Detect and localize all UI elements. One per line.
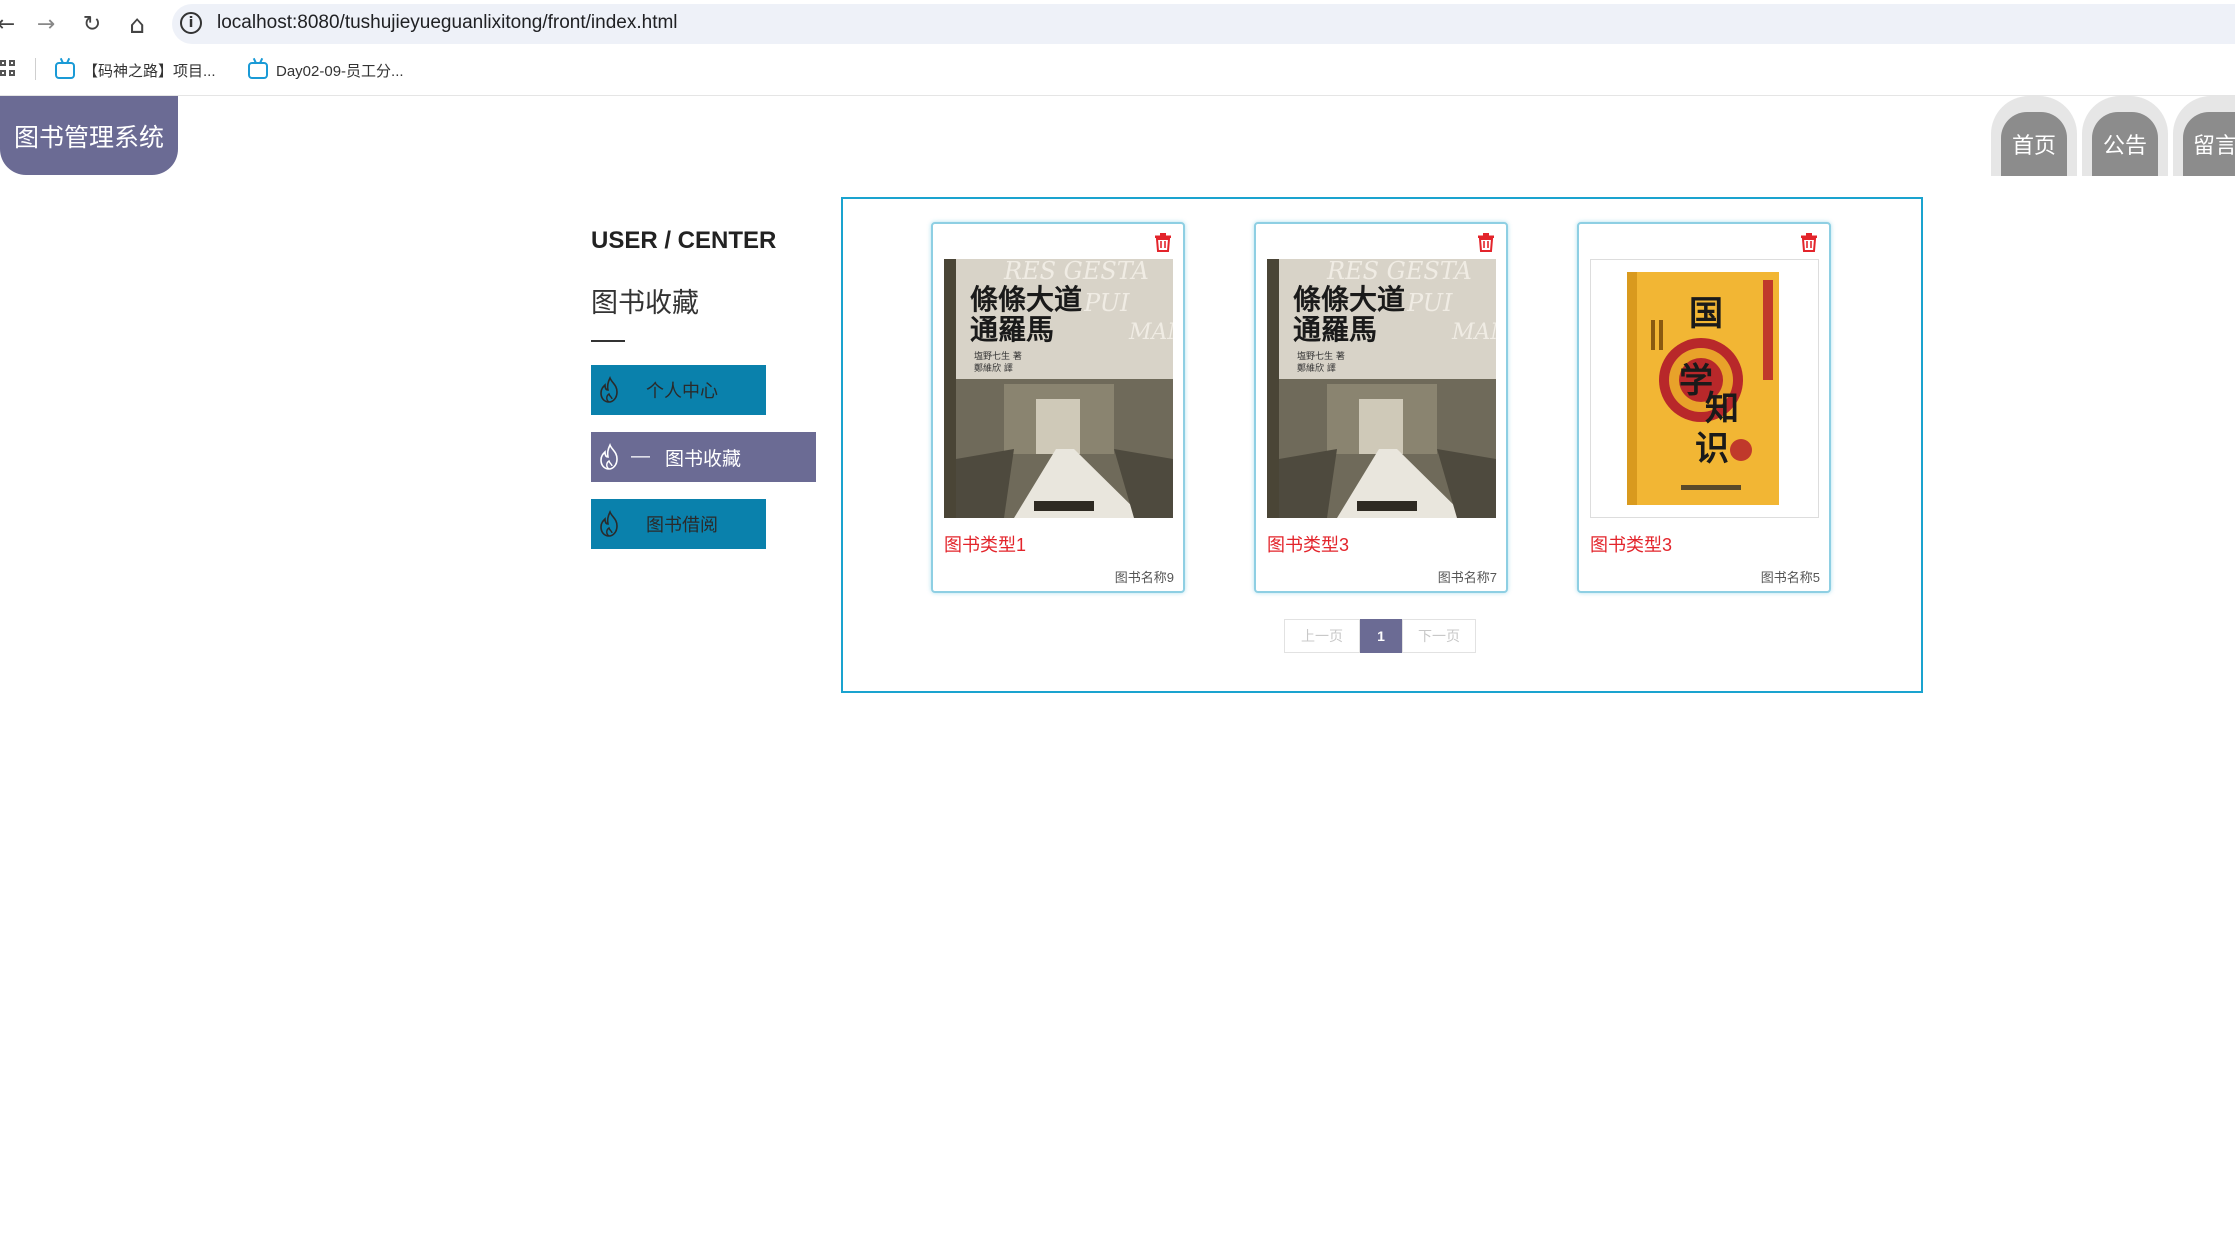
book-type: 图书类型3 bbox=[1267, 535, 1350, 555]
sidebar-item-label: 图书借阅 bbox=[646, 515, 718, 535]
trash-icon[interactable] bbox=[1154, 232, 1172, 252]
svg-text:MAN: MAN bbox=[1128, 320, 1173, 345]
nav-item-label: 公告 bbox=[2092, 112, 2158, 176]
trash-icon[interactable] bbox=[1800, 232, 1818, 252]
book-card[interactable]: RES GESTA PUI MAN 條條大道 通羅馬 塩野七生 著 鄭維欣 譯 … bbox=[931, 222, 1185, 593]
sidebar-item-label: 个人中心 bbox=[646, 381, 718, 401]
svg-text:RES GESTA: RES GESTA bbox=[1326, 259, 1472, 285]
sidebar-active-dash: — bbox=[631, 446, 650, 467]
nav-item-label: 首页 bbox=[2001, 112, 2067, 176]
prev-page-button[interactable]: 上一页 bbox=[1284, 619, 1360, 653]
apps-grid-icon[interactable] bbox=[0, 60, 16, 76]
reload-icon[interactable]: ↻ bbox=[78, 10, 106, 38]
forward-arrow-icon[interactable]: → bbox=[32, 10, 60, 38]
nav-item-notice[interactable]: 公告 bbox=[2082, 96, 2168, 176]
svg-text:国: 国 bbox=[1689, 294, 1723, 334]
bilibili-icon bbox=[55, 61, 75, 79]
flame-icon bbox=[600, 510, 618, 537]
bilibili-icon bbox=[248, 61, 268, 79]
bookmark-item[interactable]: 【码神之路】项目... bbox=[55, 58, 216, 82]
svg-text:PUI: PUI bbox=[1083, 289, 1130, 317]
bookmark-label: 【码神之路】项目... bbox=[83, 62, 216, 80]
sidebar-title: USER / CENTER bbox=[591, 227, 777, 254]
svg-text:识: 识 bbox=[1695, 429, 1729, 469]
current-page-button[interactable]: 1 bbox=[1360, 619, 1402, 653]
flame-icon bbox=[600, 443, 618, 470]
sidebar-item-label: 图书收藏 bbox=[665, 448, 742, 470]
nav-item-home[interactable]: 首页 bbox=[1991, 96, 2077, 176]
home-icon[interactable]: ⌂ bbox=[123, 10, 151, 39]
svg-text:PUI: PUI bbox=[1406, 289, 1453, 317]
svg-text:條條大道: 條條大道 bbox=[970, 283, 1082, 316]
book-name: 图书名称7 bbox=[1437, 570, 1497, 585]
bookmark-label: Day02-09-员工分... bbox=[276, 62, 404, 80]
svg-text:MAN: MAN bbox=[1451, 320, 1496, 345]
pagination: 上一页 1 下一页 bbox=[1284, 619, 1476, 653]
svg-text:鄭維欣 譯: 鄭維欣 譯 bbox=[1297, 362, 1336, 374]
sidebar-item-book-favorites[interactable]: — 图书收藏 bbox=[591, 432, 816, 482]
book-name: 图书名称5 bbox=[1760, 570, 1820, 585]
sidebar-subtitle: 图书收藏 bbox=[591, 288, 699, 318]
sidebar-item-book-borrow[interactable]: 图书借阅 bbox=[591, 499, 766, 549]
book-cover-image[interactable]: RES GESTA PUI MAN 條條大道 通羅馬 塩野七生 著 鄭維欣 譯 bbox=[1267, 259, 1496, 518]
book-card[interactable]: 国 学 知 识 图书类型3 图书名称5 bbox=[1577, 222, 1831, 593]
svg-text:RES GESTA: RES GESTA bbox=[1003, 259, 1149, 285]
nav-item-messages[interactable]: 留言板 bbox=[2173, 96, 2235, 176]
bookmarks-divider bbox=[35, 58, 36, 80]
site-info-icon[interactable]: i bbox=[180, 12, 202, 34]
browser-address-bar: ← → ↻ ⌂ i localhost:8080/tushujieyueguan… bbox=[0, 0, 2235, 48]
svg-text:條條大道: 條條大道 bbox=[1293, 283, 1405, 316]
svg-text:通羅馬: 通羅馬 bbox=[970, 313, 1054, 346]
svg-text:塩野七生 著: 塩野七生 著 bbox=[1297, 350, 1345, 362]
next-page-button[interactable]: 下一页 bbox=[1402, 619, 1476, 653]
book-card[interactable]: RES GESTA PUI MAN 條條大道 通羅馬 塩野七生 著 鄭維欣 譯 … bbox=[1254, 222, 1508, 593]
url-text[interactable]: localhost:8080/tushujieyueguanlixitong/f… bbox=[217, 12, 678, 34]
svg-text:知: 知 bbox=[1705, 389, 1739, 429]
site-logo[interactable]: 图书管理系统 bbox=[0, 96, 178, 175]
book-cover-image[interactable]: RES GESTA PUI MAN 條條大道 通羅馬 塩野七生 著 鄭維欣 譯 bbox=[944, 259, 1173, 518]
sidebar-divider bbox=[591, 340, 625, 342]
flame-icon bbox=[600, 376, 618, 403]
book-type: 图书类型1 bbox=[944, 535, 1027, 555]
nav-item-label: 留言板 bbox=[2183, 112, 2235, 176]
bookmark-item[interactable]: Day02-09-员工分... bbox=[248, 58, 404, 82]
book-cover-image[interactable]: 国 学 知 识 bbox=[1590, 259, 1819, 518]
book-name: 图书名称9 bbox=[1114, 570, 1174, 585]
trash-icon[interactable] bbox=[1477, 232, 1495, 252]
back-arrow-icon[interactable]: ← bbox=[0, 10, 20, 38]
page: ← → ↻ ⌂ i localhost:8080/tushujieyueguan… bbox=[0, 0, 2235, 1234]
book-type: 图书类型3 bbox=[1590, 535, 1673, 555]
svg-text:塩野七生 著: 塩野七生 著 bbox=[974, 350, 1022, 362]
svg-text:通羅馬: 通羅馬 bbox=[1293, 313, 1377, 346]
sidebar-item-personal-center[interactable]: 个人中心 bbox=[591, 365, 766, 415]
svg-text:鄭維欣 譯: 鄭維欣 譯 bbox=[974, 362, 1013, 374]
